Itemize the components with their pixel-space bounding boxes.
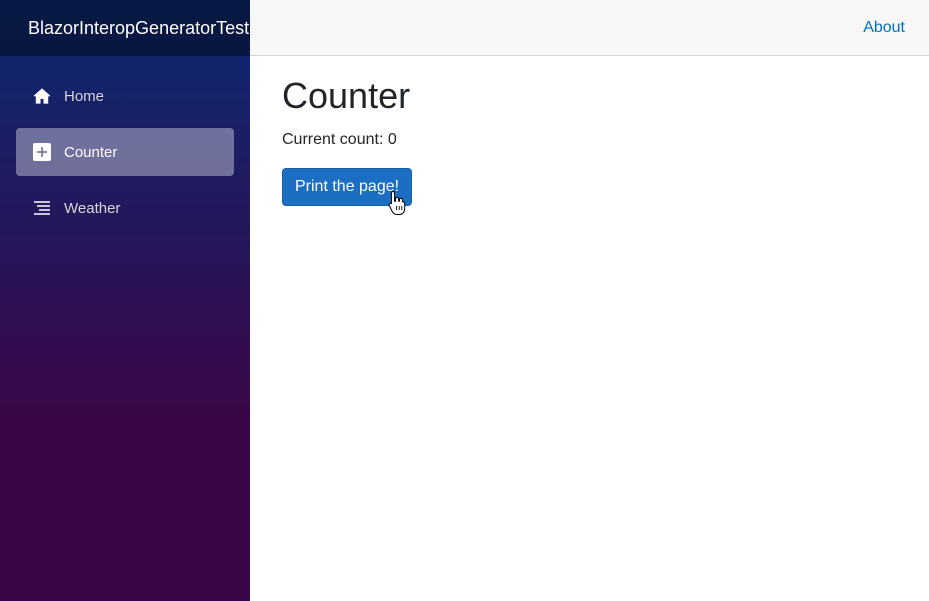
plus-square-icon [32, 142, 52, 162]
print-page-button[interactable]: Print the page! [282, 168, 413, 207]
sidebar-item-label: Counter [64, 143, 118, 161]
sidebar-item-label: Home [64, 87, 105, 105]
sidebar-item-label: Weather [64, 199, 121, 217]
sidebar-item-weather[interactable]: Weather [16, 184, 234, 232]
sidebar: BlazorInteropGeneratorTest Home Counter [0, 0, 250, 601]
app-brand[interactable]: BlazorInteropGeneratorTest [0, 0, 250, 56]
count-value: 0 [387, 131, 397, 149]
list-icon [32, 198, 52, 218]
home-icon [32, 86, 52, 106]
current-count: Current count: 0 [282, 131, 412, 149]
about-link[interactable]: About [863, 19, 905, 37]
count-label: Current count: [282, 131, 388, 149]
sidebar-item-counter[interactable]: Counter [16, 128, 234, 176]
top-row: About [250, 0, 929, 56]
sidebar-item-home[interactable]: Home [16, 72, 234, 120]
page-title: Counter [282, 75, 411, 116]
nav-menu: Home Counter Weather [0, 56, 250, 232]
main-content: Counter Current count: 0 Print the page! [282, 74, 413, 207]
